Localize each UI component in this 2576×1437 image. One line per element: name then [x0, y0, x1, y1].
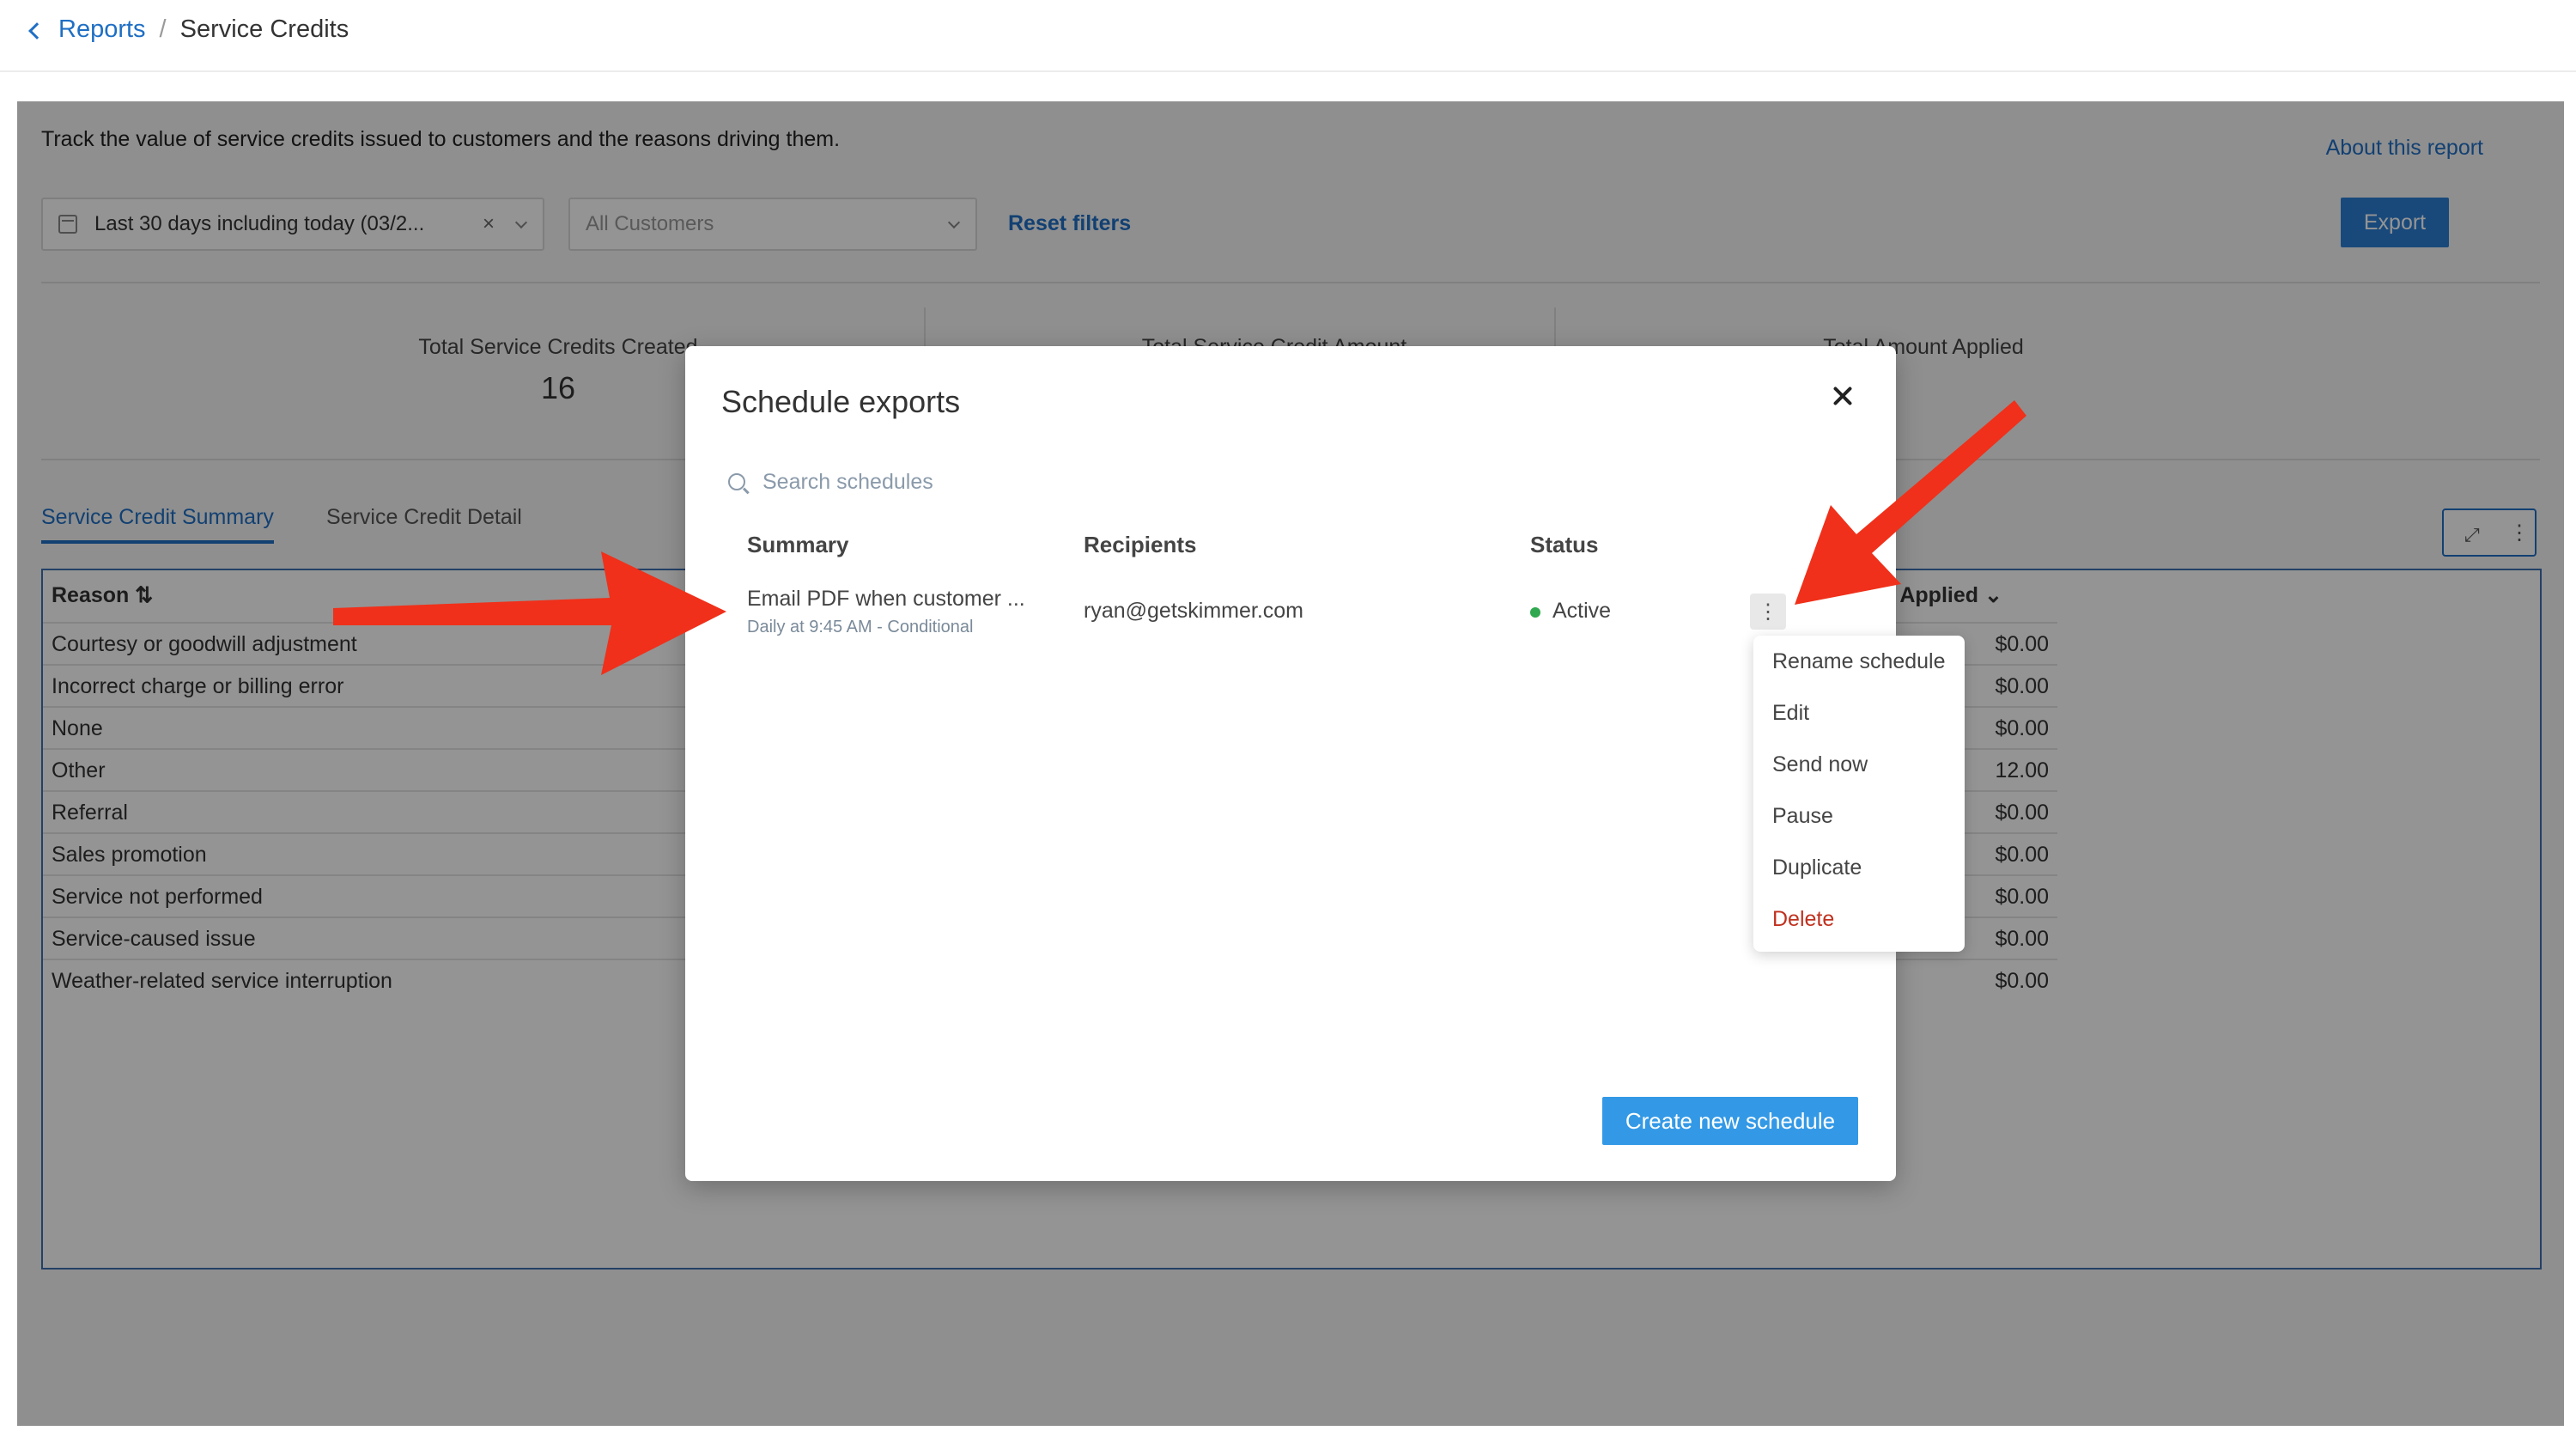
menu-item-send-now[interactable]: Send now — [1772, 752, 1868, 777]
status-active-dot — [1530, 607, 1540, 618]
schedule-actions-button[interactable]: ⋮ — [1750, 594, 1786, 630]
close-icon[interactable] — [1831, 384, 1855, 408]
breadcrumb-separator: / — [159, 15, 167, 43]
column-header-recipients: Recipients — [1084, 532, 1197, 557]
schedule-recipient: ryan@getskimmer.com — [1084, 599, 1303, 623]
breadcrumb-current: Service Credits — [179, 15, 349, 43]
top-bar: Reports / Service Credits — [0, 0, 2576, 72]
create-new-schedule-button[interactable]: Create new schedule — [1602, 1097, 1858, 1145]
menu-item-edit[interactable]: Edit — [1772, 701, 1809, 726]
chevron-left-icon[interactable] — [28, 21, 46, 40]
schedule-actions-menu: Rename schedule Edit Send now Pause Dupl… — [1753, 636, 1965, 952]
schedule-frequency: Daily at 9:45 AM - Conditional — [747, 618, 974, 636]
search-input[interactable] — [762, 469, 1364, 495]
schedule-summary[interactable]: Email PDF when customer ... — [747, 587, 1025, 612]
menu-item-delete[interactable]: Delete — [1772, 907, 1834, 932]
menu-item-duplicate[interactable]: Duplicate — [1772, 856, 1862, 880]
search-icon — [728, 473, 745, 490]
breadcrumb-reports-link[interactable]: Reports — [58, 15, 146, 44]
menu-item-rename-schedule[interactable]: Rename schedule — [1772, 649, 1946, 674]
schedule-exports-modal: Schedule exports Summary Recipients Stat… — [685, 346, 1896, 1181]
breadcrumb: Reports / Service Credits — [28, 15, 349, 44]
column-header-summary: Summary — [747, 532, 849, 557]
modal-title: Schedule exports — [721, 384, 961, 419]
schedule-status: Active — [1552, 599, 1612, 623]
search-box — [728, 460, 1415, 504]
column-header-status: Status — [1530, 532, 1599, 557]
menu-item-pause[interactable]: Pause — [1772, 804, 1833, 829]
